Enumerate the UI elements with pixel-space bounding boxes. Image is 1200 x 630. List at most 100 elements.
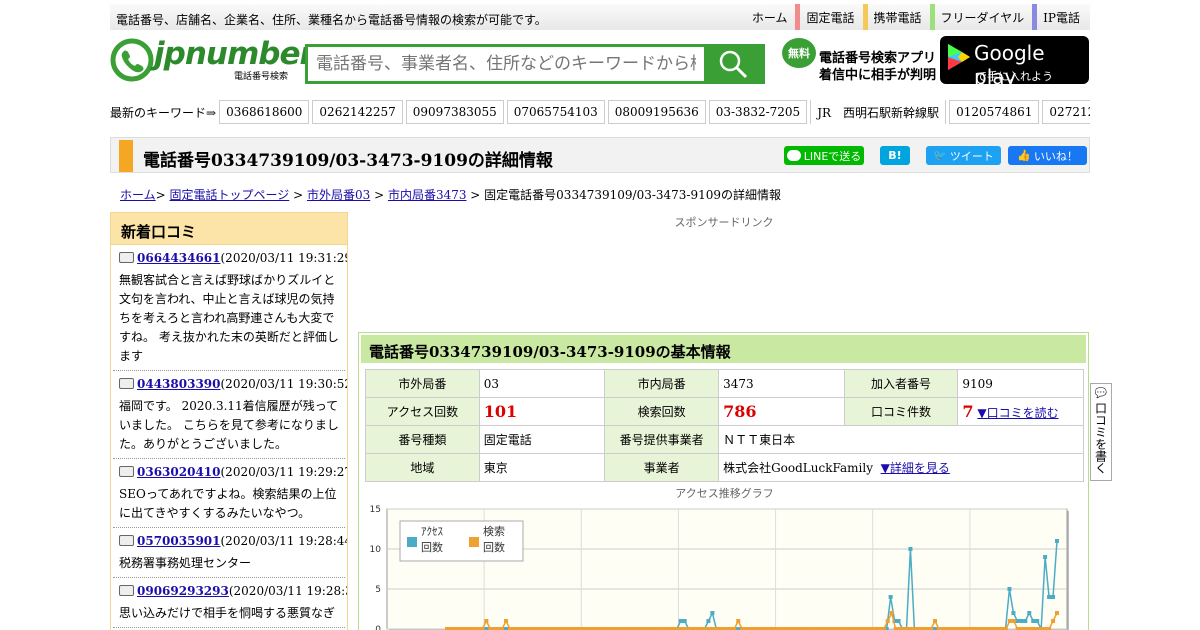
nav-item-3[interactable]: フリーダイヤル bbox=[935, 4, 1033, 30]
data-point bbox=[1015, 619, 1020, 623]
review-number-link[interactable]: 0363020410 bbox=[137, 465, 221, 479]
keywords-label: 最新のキーワード⇒ bbox=[110, 105, 217, 120]
access-count-value: 101 bbox=[483, 402, 518, 421]
access-count-label: アクセス回数 bbox=[365, 397, 480, 426]
review-item: 09069293293(2020/03/11 19:28:30) 思い込みだけで相… bbox=[113, 578, 347, 628]
nav-item-2[interactable]: 携帯電話 bbox=[868, 4, 930, 30]
comment-icon bbox=[119, 378, 134, 389]
review-list: 0664434661(2020/03/11 19:31:29) 無観客試合と言えば… bbox=[111, 245, 347, 628]
keyword-chip[interactable]: 07065754103 bbox=[506, 100, 605, 124]
top-bar: 電話番号、店舗名、企業名、住所、業種名から電話番号情報の検索が可能です。 ホーム… bbox=[110, 4, 1090, 30]
thumbs-up-icon: 👍 bbox=[1017, 149, 1031, 162]
legend-swatch bbox=[407, 537, 417, 547]
y-tick-label: 10 bbox=[370, 545, 382, 555]
review-count-value: 7 bbox=[962, 402, 974, 421]
number-type-label: 番号種類 bbox=[365, 425, 480, 454]
site-description: 電話番号、店舗名、企業名、住所、業種名から電話番号情報の検索が可能です。 bbox=[116, 13, 547, 27]
review-meta: 0664434661(2020/03/11 19:31:29) bbox=[119, 251, 347, 265]
breadcrumb-local-code[interactable]: 市内局番3473 bbox=[388, 188, 467, 202]
tweet-button[interactable]: 🐦 ツイート bbox=[926, 146, 1001, 165]
review-number-link[interactable]: 0443803390 bbox=[137, 377, 221, 391]
review-time: (2020/03/11 19:29:27) bbox=[220, 465, 348, 479]
table-row: 市外局番 03 市内局番 3473 加入者番号 9109 bbox=[365, 369, 1084, 398]
review-text: 無観客試合と言えば野球ばかりズルイと文句を言われ、中止と言えば球児の気持ちを考え… bbox=[119, 273, 339, 363]
nav-item-1[interactable]: 固定電話 bbox=[800, 4, 862, 30]
review-text: SEOってあれですよね。検索結果の上位に出てきやすくするみたいなやつ。 bbox=[119, 487, 337, 520]
line-icon bbox=[786, 150, 801, 161]
phone-logo-icon bbox=[110, 38, 154, 82]
keyword-chip[interactable]: 0262142257 bbox=[312, 100, 403, 124]
keyword-chip[interactable]: 0272128507 bbox=[1042, 100, 1090, 124]
app-promo-text[interactable]: 電話番号検索アプリ 着信中に相手が判明 bbox=[819, 50, 936, 84]
review-number-link[interactable]: 0664434661 bbox=[137, 251, 221, 265]
data-point bbox=[682, 619, 687, 623]
keyword-chip[interactable]: 03-3832-7205 bbox=[708, 100, 808, 124]
title-marker bbox=[119, 140, 133, 172]
y-tick-label: 0 bbox=[375, 625, 381, 630]
breadcrumb-home[interactable]: ホーム bbox=[120, 188, 156, 202]
top-nav: ホーム 固定電話 携帯電話 フリーダイヤル IP電話 bbox=[746, 4, 1088, 30]
keyword-chip[interactable]: JR 西明石駅新幹線駅 bbox=[810, 100, 947, 124]
data-point bbox=[1047, 595, 1052, 599]
site-logo[interactable]: jpnumber 電話番号検索 bbox=[110, 36, 315, 82]
data-point bbox=[710, 611, 715, 615]
read-reviews-link[interactable]: ▼口コミを読む bbox=[977, 406, 1058, 420]
data-point bbox=[1019, 619, 1024, 623]
comment-icon bbox=[119, 535, 134, 546]
review-meta: 09069293293(2020/03/11 19:28:30) bbox=[119, 584, 347, 598]
access-trend-chart: 0 5 10 15 ｱｸｾｽ 回数 検索回数 bbox=[370, 505, 1069, 630]
review-item: 0570035901(2020/03/11 19:28:44) 税務署事務処理セン… bbox=[113, 528, 347, 578]
review-text: 福岡です。 2020.3.11着信履歴が残っていました。 こちらを見て参考になり… bbox=[119, 399, 339, 451]
data-point bbox=[1027, 611, 1032, 615]
y-tick-label: 5 bbox=[375, 585, 381, 595]
write-review-tab[interactable]: 💬 口コミを書く bbox=[1090, 383, 1112, 481]
keyword-chip[interactable]: 0120574861 bbox=[949, 100, 1040, 124]
review-number-link[interactable]: 09069293293 bbox=[137, 584, 229, 598]
page-title: 電話番号0334739109/03-3473-9109の詳細情報 bbox=[143, 151, 553, 171]
data-point bbox=[889, 611, 894, 615]
data-point bbox=[1011, 611, 1016, 615]
search-input[interactable] bbox=[308, 47, 704, 81]
data-point bbox=[1055, 611, 1059, 615]
hatena-bookmark-button[interactable]: B! bbox=[880, 146, 910, 165]
table-row: 番号種類 固定電話 番号提供事業者 ＮＴＴ東日本 bbox=[365, 425, 1084, 454]
table-row: アクセス回数 101 検索回数 786 口コミ件数 7 ▼口コミを読む bbox=[365, 397, 1084, 426]
app-promo-line2: 着信中に相手が判明 bbox=[819, 68, 937, 83]
google-play-icon bbox=[948, 44, 970, 70]
logo-subtitle: 電話番号検索 bbox=[233, 72, 288, 82]
review-time: (2020/03/11 19:31:29) bbox=[220, 251, 348, 265]
data-point bbox=[1007, 619, 1012, 623]
app-promo-line1: 電話番号検索アプリ bbox=[819, 51, 937, 66]
legend-label: 検索 bbox=[483, 524, 505, 538]
facebook-like-button[interactable]: 👍 いいね！ bbox=[1008, 146, 1087, 165]
search-count-value: 786 bbox=[723, 402, 757, 421]
breadcrumb-area-code[interactable]: 市外局番03 bbox=[307, 188, 370, 202]
keyword-chip[interactable]: 09097383055 bbox=[405, 100, 504, 124]
nav-item-4[interactable]: IP電話 bbox=[1037, 4, 1088, 30]
search-button[interactable] bbox=[704, 47, 762, 81]
data-point bbox=[1035, 619, 1040, 623]
line-share-button[interactable]: LINEで送る bbox=[784, 146, 864, 165]
breadcrumb: ホーム> 固定電話トップページ > 市外局番03 > 市内局番3473 > 固定… bbox=[120, 188, 782, 202]
search-box bbox=[305, 44, 765, 84]
review-number-link[interactable]: 0570035901 bbox=[137, 534, 221, 548]
keyword-chip[interactable]: 0368618600 bbox=[219, 100, 310, 124]
page-title-bar: 電話番号0334739109/03-3473-9109の詳細情報 LINEで送る… bbox=[110, 137, 1090, 173]
review-text: 思い込みだけで相手を恫喝する悪質なぎ bbox=[119, 606, 336, 620]
review-item: 0664434661(2020/03/11 19:31:29) 無観客試合と言えば… bbox=[113, 245, 347, 371]
data-point bbox=[908, 547, 913, 551]
data-point bbox=[504, 619, 509, 623]
legend-label: 回数 bbox=[421, 541, 443, 554]
legend-label: 回数 bbox=[483, 541, 505, 554]
breadcrumb-fixed-top[interactable]: 固定電話トップページ bbox=[170, 188, 290, 202]
sidebar-title: 新着口コミ bbox=[111, 213, 347, 245]
breadcrumb-current: 固定電話番号0334739109/03-3473-9109の詳細情報 bbox=[484, 188, 782, 202]
business-details-link[interactable]: ▼詳細を見る bbox=[881, 461, 950, 475]
keyword-chip[interactable]: 08009195636 bbox=[607, 100, 706, 124]
data-point bbox=[1051, 595, 1056, 599]
google-play-button[interactable]: Google play で手に入れよう bbox=[940, 36, 1089, 89]
review-meta: 0363020410(2020/03/11 19:29:27) bbox=[119, 465, 347, 479]
subscriber-value: 9109 bbox=[957, 369, 1084, 398]
review-item: 0363020410(2020/03/11 19:29:27) SEOってあれです… bbox=[113, 459, 347, 528]
nav-item-0[interactable]: ホーム bbox=[746, 4, 796, 30]
